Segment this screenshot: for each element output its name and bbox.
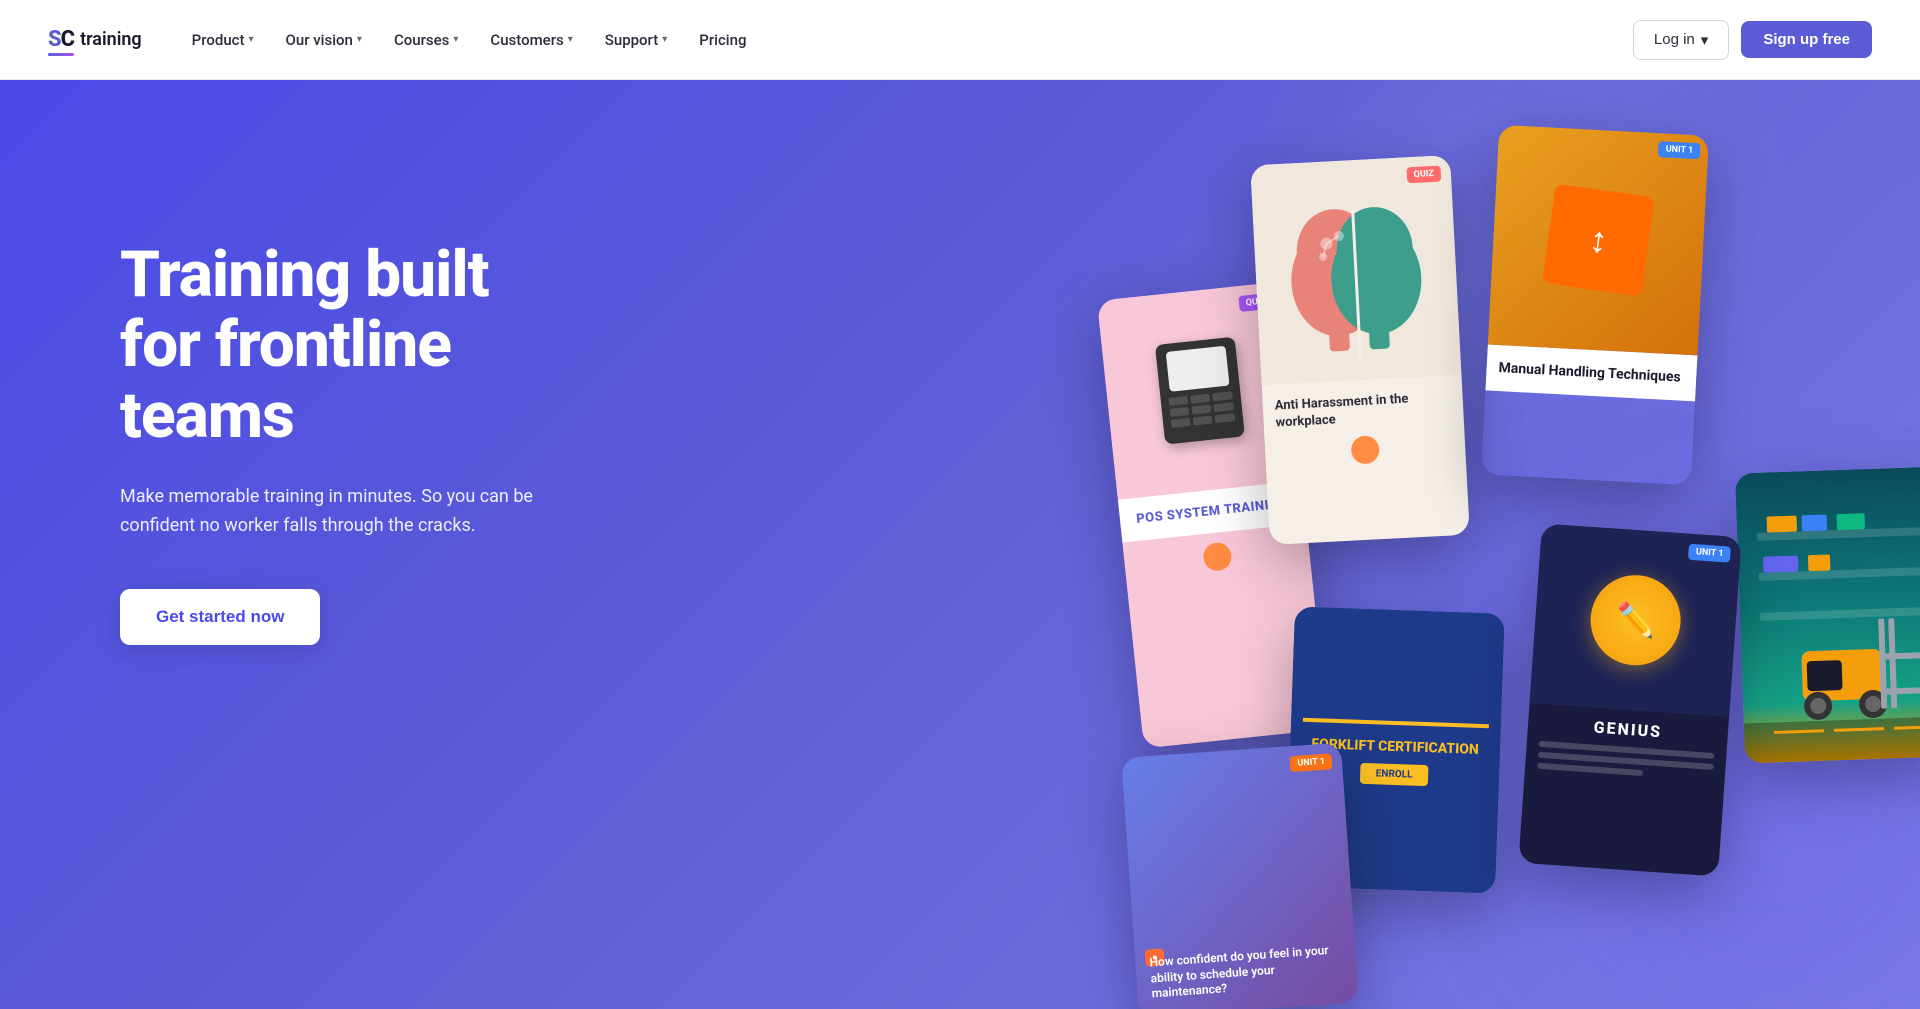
get-started-button[interactable]: Get started now [120, 589, 320, 645]
logo[interactable]: SC training [48, 27, 142, 52]
logo-s: S [48, 27, 61, 52]
pencil-icon: ✏️ [1614, 600, 1656, 641]
logo-brand-text: training [80, 29, 142, 50]
manual-handling-badge: UNIT 1 [1658, 141, 1700, 159]
orange-sign-decoration: ↕ [1542, 184, 1655, 297]
card-forklift-enroll: ENROLL [1359, 763, 1429, 786]
nav-item-courses[interactable]: Courses ▾ [380, 23, 472, 57]
hero-section: Training built for frontline teams Make … [0, 80, 1920, 1009]
nav-customers-label: Customers [490, 31, 563, 49]
nav-item-support[interactable]: Support ▾ [591, 23, 682, 57]
navbar-left: SC training Product ▾ Our vision ▾ Cours… [48, 23, 760, 57]
nav-item-pricing[interactable]: Pricing [685, 23, 760, 57]
nav-our-vision-label: Our vision [286, 31, 353, 49]
warehouse-photo [1735, 467, 1920, 764]
chevron-down-icon: ▾ [453, 34, 458, 45]
genius-lines-decoration [1537, 741, 1715, 781]
chevron-down-icon: ▾ [1701, 31, 1709, 49]
card-manual-handling-title: Manual Handling Techniques [1498, 359, 1685, 387]
card-genius: UNIT 1 ✏️ GENIUS [1518, 523, 1741, 876]
card-anti-harassment: QUIZ [1250, 155, 1470, 545]
card-manual-handling: ↕ UNIT 1 Manual Handling Techniques [1481, 125, 1709, 486]
nav-item-product[interactable]: Product ▾ [178, 23, 268, 57]
cta-label: Get started now [156, 607, 284, 626]
logo-underline-decoration [48, 53, 74, 56]
hero-title: Training built for frontline teams [120, 240, 580, 451]
warehouse-svg [1735, 467, 1920, 764]
nav-pricing-label: Pricing [699, 31, 746, 49]
genius-line-3 [1537, 763, 1643, 776]
card-genius-badge: UNIT 1 [1688, 544, 1731, 563]
card-genius-title: GENIUS [1539, 714, 1716, 745]
hero-cards-area: QUIZ POS SYSTEM TRAINING QUIZ [1100, 110, 1920, 1009]
login-label: Log in [1654, 31, 1695, 48]
card-confidence: UNIT 1 ● How confident do you feel in yo… [1121, 743, 1359, 1009]
forklift-divider [1303, 718, 1489, 728]
chevron-down-icon: ▾ [568, 34, 573, 45]
card-manual-handling-photo: ↕ UNIT 1 [1488, 125, 1709, 356]
logo-sc-text: SC [48, 27, 74, 52]
pos-device-icon [1154, 337, 1244, 445]
chevron-down-icon: ▾ [357, 34, 362, 45]
genius-circle-decoration: ✏️ [1588, 572, 1684, 668]
card-anti-harassment-illustration [1250, 155, 1461, 385]
nav-item-our-vision[interactable]: Our vision ▾ [272, 23, 376, 57]
nav-courses-label: Courses [394, 31, 449, 49]
chevron-down-icon: ▾ [249, 34, 254, 45]
card-anti-harassment-body: Anti Harassment in the workplace [1262, 375, 1467, 483]
card-anti-harassment-action-dot [1351, 435, 1380, 464]
nav-links: Product ▾ Our vision ▾ Courses ▾ Custome… [178, 23, 761, 57]
card-confidence-badge: UNIT 1 [1290, 753, 1333, 772]
card-warehouse [1735, 467, 1920, 764]
nav-product-label: Product [192, 31, 245, 49]
login-button[interactable]: Log in ▾ [1633, 20, 1729, 60]
navbar: SC training Product ▾ Our vision ▾ Cours… [0, 0, 1920, 80]
nav-item-customers[interactable]: Customers ▾ [476, 23, 586, 57]
card-anti-harassment-footer [1277, 431, 1454, 468]
arrow-icon: ↕ [1587, 218, 1611, 262]
hero-subtitle: Make memorable training in minutes. So y… [120, 483, 580, 541]
chevron-down-icon: ▾ [662, 34, 667, 45]
card-confidence-text: How confident do you feel in your abilit… [1149, 942, 1344, 1002]
signup-button[interactable]: Sign up free [1741, 21, 1872, 58]
navbar-right: Log in ▾ Sign up free [1633, 20, 1872, 60]
card-anti-harassment-title: Anti Harassment in the workplace [1274, 389, 1452, 432]
logo-c: C [61, 27, 74, 52]
card-genius-body: GENIUS [1524, 703, 1729, 797]
card-pos-dot [1202, 541, 1233, 572]
head-svg-illustration [1271, 166, 1441, 374]
pos-keypad [1159, 385, 1243, 435]
pos-screen [1165, 346, 1229, 392]
nav-support-label: Support [605, 31, 658, 49]
hero-content: Training built for frontline teams Make … [0, 160, 580, 705]
signup-label: Sign up free [1763, 31, 1850, 48]
card-anti-harassment-badge: QUIZ [1406, 166, 1441, 184]
